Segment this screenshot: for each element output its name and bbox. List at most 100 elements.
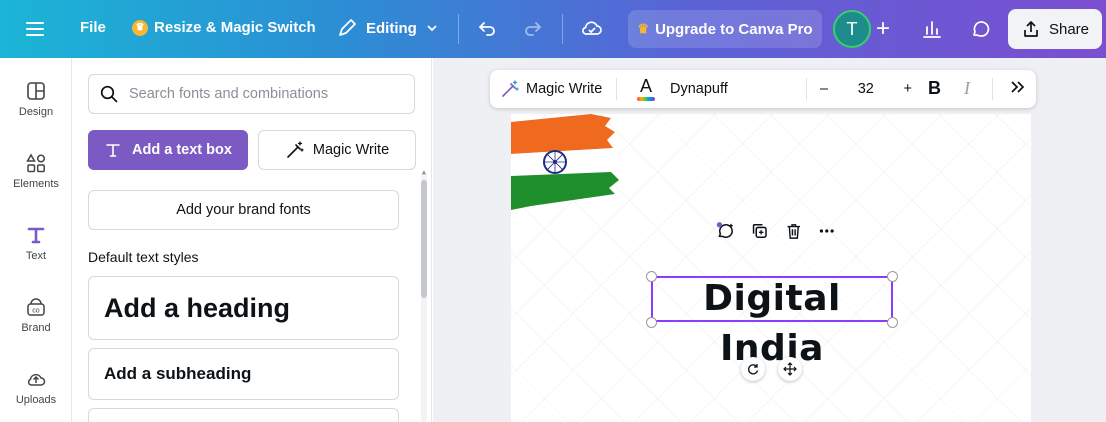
cloud-upload-icon xyxy=(27,373,46,386)
toolbar-magic-write-label: Magic Write xyxy=(526,81,603,97)
trash-icon[interactable] xyxy=(784,220,804,242)
crown-icon: ♛ xyxy=(132,19,148,36)
text-panel: Search fonts and combinations Add a text… xyxy=(72,58,432,422)
redo-icon[interactable] xyxy=(522,17,544,39)
upgrade-button[interactable]: ♛ Upgrade to Canva Pro xyxy=(628,10,822,48)
cloud-saved-icon[interactable] xyxy=(580,16,604,40)
add-heading-card[interactable]: Add a heading xyxy=(88,276,399,340)
default-text-styles-heading: Default text styles xyxy=(88,249,199,265)
share-upload-icon xyxy=(1024,21,1038,37)
avatar-initial: T xyxy=(846,18,858,39)
search-placeholder: Search fonts and combinations xyxy=(129,86,329,102)
divider xyxy=(806,78,807,100)
scroll-thumb[interactable] xyxy=(421,180,427,298)
text-t-icon xyxy=(27,227,45,244)
pencil-icon xyxy=(339,19,356,36)
comment-icon[interactable] xyxy=(969,17,993,41)
more-options-icon[interactable] xyxy=(817,220,837,242)
resize-magic-switch-button[interactable]: ♛ Resize & Magic Switch xyxy=(132,19,316,36)
file-label: File xyxy=(80,19,106,36)
element-actions-bar xyxy=(709,214,837,248)
rail-label: Brand xyxy=(21,322,51,334)
rail-item-design[interactable]: Design xyxy=(0,80,72,118)
selection-box xyxy=(651,276,893,322)
rail-label: Text xyxy=(25,250,47,262)
magic-write-button[interactable]: Magic Write xyxy=(258,130,416,170)
color-rainbow-bar xyxy=(637,97,655,101)
editing-mode-dropdown[interactable]: Editing xyxy=(336,17,439,39)
rail-label: Design xyxy=(18,106,54,118)
resize-handle-bottom-right[interactable] xyxy=(887,317,898,328)
add-text-box-label: Add a text box xyxy=(132,142,232,158)
rail-item-brand[interactable]: co Brand xyxy=(0,296,72,334)
avatar[interactable]: T xyxy=(833,10,871,48)
chevron-down-icon xyxy=(427,25,437,32)
layout-icon xyxy=(27,82,45,100)
resize-handle-top-right[interactable] xyxy=(887,271,898,282)
rail-item-elements[interactable]: Elements xyxy=(0,152,72,190)
design-page[interactable]: Digital India xyxy=(511,114,1031,422)
brand-fonts-label: Add your brand fonts xyxy=(176,202,311,218)
divider xyxy=(992,78,993,100)
share-label: Share xyxy=(1048,20,1090,38)
font-size-stepper: – 32 + xyxy=(812,75,920,103)
add-brand-fonts-button[interactable]: Add your brand fonts xyxy=(88,190,399,230)
move-arrows-icon xyxy=(783,362,797,376)
text-t-icon xyxy=(106,144,120,157)
panel-scrollbar[interactable]: ▲ xyxy=(418,168,430,422)
text-toolbar: Magic Write A Dynapuff – 32 + B I xyxy=(490,70,1036,108)
file-menu[interactable]: File xyxy=(80,19,106,36)
upgrade-label: Upgrade to Canva Pro xyxy=(655,20,813,38)
magic-write-label: Magic Write xyxy=(312,142,390,158)
top-bar: File ♛ Resize & Magic Switch Editing ♛ U… xyxy=(0,0,1106,58)
heading-label: Add a heading xyxy=(104,292,291,323)
text-color-button[interactable]: A xyxy=(636,76,656,102)
magic-wand-icon xyxy=(502,80,519,97)
font-name-label: Dynapuff xyxy=(670,81,728,97)
text-color-a-icon: A xyxy=(639,76,652,96)
toolbar-magic-write-button[interactable]: Magic Write xyxy=(500,79,602,99)
increase-font-size-button[interactable]: + xyxy=(904,81,912,97)
rail-item-uploads[interactable]: Uploads xyxy=(0,368,72,406)
add-subheading-card[interactable]: Add a subheading xyxy=(88,348,399,400)
add-collaborator-icon[interactable]: + xyxy=(876,15,890,43)
divider xyxy=(458,14,459,44)
font-size-value[interactable]: 32 xyxy=(858,81,874,97)
canvas-workspace: Digital India Magic Write A Dynapuff – 3… xyxy=(433,58,1106,422)
search-icon xyxy=(100,85,118,103)
search-input[interactable]: Search fonts and combinations xyxy=(88,74,415,114)
menu-icon[interactable] xyxy=(24,18,46,40)
add-text-box-button[interactable]: Add a text box xyxy=(88,130,248,170)
decrease-font-size-button[interactable]: – xyxy=(820,81,828,97)
undo-icon[interactable] xyxy=(476,17,498,39)
left-rail: Design Elements Text co Brand Uploads xyxy=(0,58,72,422)
rail-label: Elements xyxy=(13,178,59,190)
magic-comment-icon[interactable] xyxy=(715,219,736,243)
rail-item-text[interactable]: Text xyxy=(0,224,72,262)
divider xyxy=(616,78,617,100)
resize-handle-top-left[interactable] xyxy=(646,271,657,282)
brand-icon: co xyxy=(27,298,45,316)
italic-button[interactable]: I xyxy=(964,78,970,99)
more-tools-icon[interactable] xyxy=(1008,78,1026,101)
analytics-icon[interactable] xyxy=(920,17,944,41)
resize-handle-bottom-left[interactable] xyxy=(646,317,657,328)
divider xyxy=(562,14,563,44)
share-button[interactable]: Share xyxy=(1008,9,1102,49)
indian-flag-graphic[interactable] xyxy=(511,114,621,214)
subheading-label: Add a subheading xyxy=(104,364,252,383)
shapes-icon xyxy=(26,153,46,173)
rotate-icon xyxy=(748,364,759,375)
resize-label: Resize & Magic Switch xyxy=(154,19,316,36)
duplicate-icon[interactable] xyxy=(750,220,770,242)
add-body-text-card[interactable] xyxy=(88,408,399,422)
move-handle[interactable] xyxy=(778,357,802,381)
rail-label: Uploads xyxy=(15,394,57,406)
font-family-dropdown[interactable]: Dynapuff xyxy=(664,75,802,103)
rotate-handle[interactable] xyxy=(741,357,765,381)
editing-label: Editing xyxy=(366,19,417,37)
bold-button[interactable]: B xyxy=(928,78,941,99)
svg-text:co: co xyxy=(32,308,40,315)
crown-icon: ♛ xyxy=(637,21,650,36)
magic-wand-icon xyxy=(287,141,304,158)
